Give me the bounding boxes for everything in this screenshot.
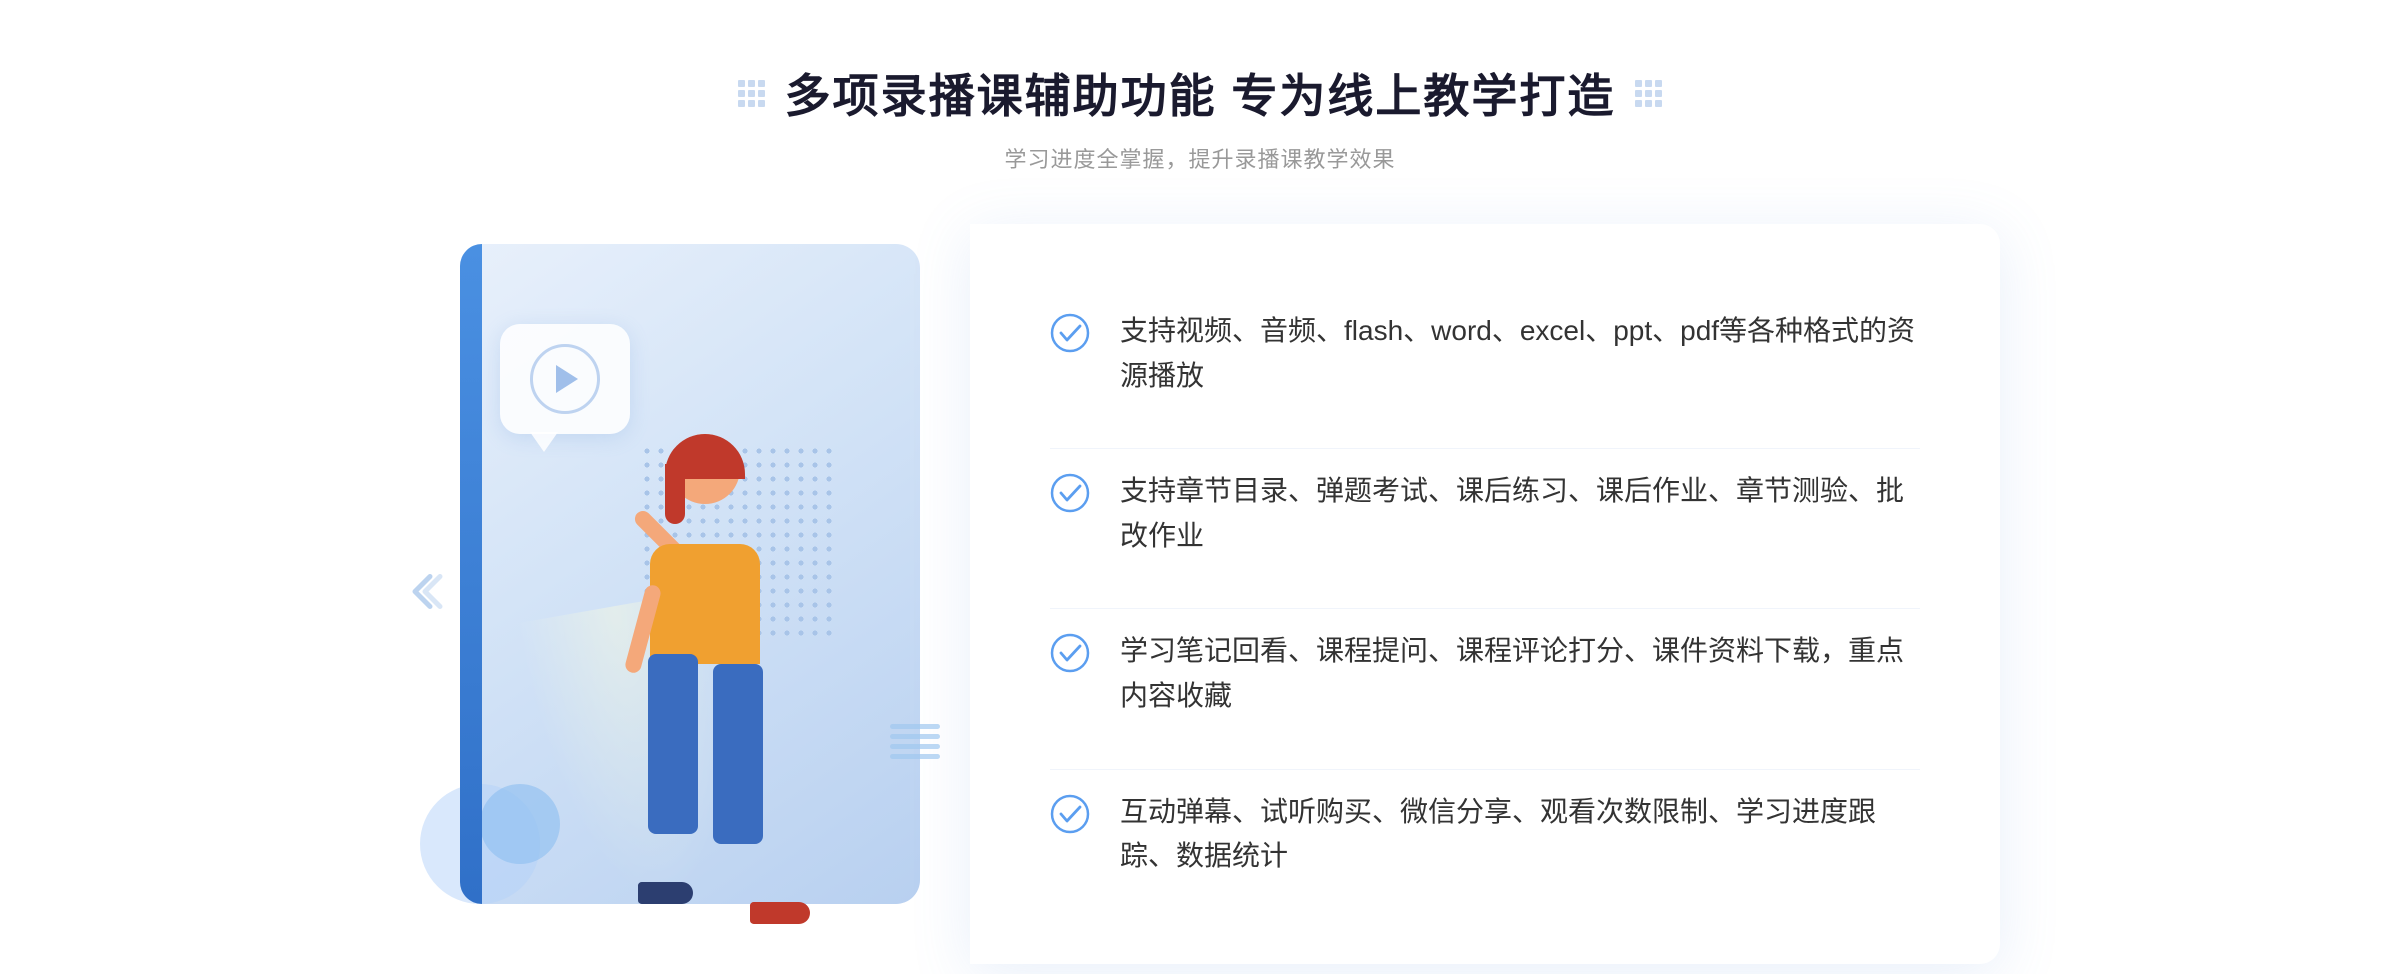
features-panel: 支持视频、音频、flash、word、excel、ppt、pdf等各种格式的资源… xyxy=(970,224,2000,964)
feature-item-4: 互动弹幕、试听购买、微信分享、观看次数限制、学习进度跟踪、数据统计 xyxy=(1050,769,1920,900)
illustration-area xyxy=(400,224,980,964)
play-icon-circle xyxy=(530,344,600,414)
feature-text-3: 学习笔记回看、课程提问、课程评论打分、课件资料下载，重点内容收藏 xyxy=(1120,629,1920,719)
feature-item-2: 支持章节目录、弹题考试、课后练习、课后作业、章节测验、批改作业 xyxy=(1050,448,1920,579)
person-leg-right xyxy=(713,664,763,844)
person-shoe-left xyxy=(638,882,693,904)
play-bubble xyxy=(500,324,630,434)
person-body xyxy=(650,544,760,664)
title-deco-left xyxy=(738,80,765,107)
check-icon-4 xyxy=(1050,794,1090,834)
play-triangle-icon xyxy=(556,365,578,393)
page-container: 多项录播课辅助功能 专为线上教学打造 学习进度全掌握，提升录播课教学效果 xyxy=(0,0,2400,974)
blue-accent-bar xyxy=(460,244,482,904)
feature-item-1: 支持视频、音频、flash、word、excel、ppt、pdf等各种格式的资源… xyxy=(1050,289,1920,419)
person-legs xyxy=(648,654,763,834)
check-icon-1 xyxy=(1050,313,1090,353)
check-icon-3 xyxy=(1050,633,1090,673)
person-illustration xyxy=(560,434,810,934)
feature-item-3: 学习笔记回看、课程提问、课程评论打分、课件资料下载，重点内容收藏 xyxy=(1050,608,1920,739)
page-title: 多项录播课辅助功能 专为线上教学打造 xyxy=(738,60,1663,126)
chevron-left-decoration xyxy=(400,567,450,622)
title-deco-right xyxy=(1635,80,1662,107)
page-subtitle: 学习进度全掌握，提升录播课教学效果 xyxy=(738,142,1663,174)
person-hair xyxy=(665,434,745,479)
person-leg-left xyxy=(648,654,698,834)
feature-text-1: 支持视频、音频、flash、word、excel、ppt、pdf等各种格式的资源… xyxy=(1120,309,1920,399)
content-area: 支持视频、音频、flash、word、excel、ppt、pdf等各种格式的资源… xyxy=(400,224,2000,964)
person-shoe-right xyxy=(750,902,810,924)
circle-decoration-2 xyxy=(480,784,560,864)
feature-text-4: 互动弹幕、试听购买、微信分享、观看次数限制、学习进度跟踪、数据统计 xyxy=(1120,790,1920,880)
header-section: 多项录播课辅助功能 专为线上教学打造 学习进度全掌握，提升录播课教学效果 xyxy=(738,60,1663,174)
feature-text-2: 支持章节目录、弹题考试、课后练习、课后作业、章节测验、批改作业 xyxy=(1120,469,1920,559)
lines-decoration xyxy=(890,724,940,764)
check-icon-2 xyxy=(1050,473,1090,513)
